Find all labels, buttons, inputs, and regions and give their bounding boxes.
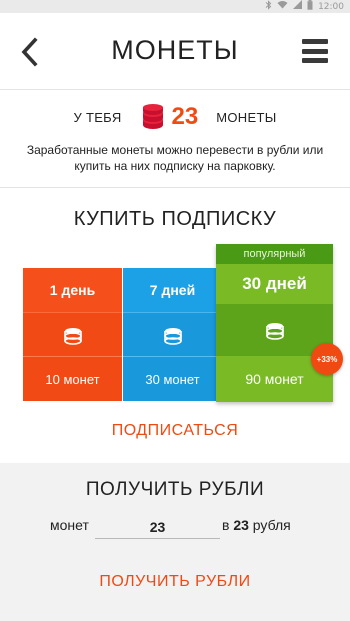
hamburger-menu-icon (302, 39, 328, 44)
plan-name: 7 дней (123, 268, 222, 312)
coin-stack-icon (142, 104, 163, 129)
get-rubles-button[interactable]: ПОЛУЧИТЬ РУБЛИ (0, 573, 350, 591)
balance-prefix: У ТЕБЯ (73, 109, 122, 125)
plan-card-7-days[interactable]: 7 дней 30 монет (123, 268, 222, 401)
get-rubles-title: ПОЛУЧИТЬ РУБЛИ (85, 479, 265, 500)
conversion-row: монет в 23 рубля (0, 515, 350, 541)
rubles-result: в 23 рубля (222, 517, 291, 533)
signal-icon (293, 0, 303, 13)
plan-name: 1 день (23, 268, 122, 312)
coins-label: монет (50, 517, 89, 533)
coin-stack-icon (63, 327, 82, 345)
bluetooth-icon (265, 0, 272, 14)
rubles-amount: 23 (233, 517, 249, 533)
plan-price: 30 монет (123, 356, 222, 401)
popular-badge: популярный (216, 244, 333, 264)
buy-subscription-title: КУПИТЬ ПОДПИСКУ (73, 208, 277, 230)
balance-description: Заработанные монеты можно перевести в ру… (26, 143, 324, 173)
plan-card-1-day[interactable]: 1 день 10 монет (23, 268, 122, 401)
status-time: 12:00 (318, 1, 344, 12)
buy-subscription-section: КУПИТЬ ПОДПИСКУ 1 день 10 монет 7 дней 3… (0, 188, 350, 463)
coin-count: 23 (171, 103, 199, 130)
subscribe-button[interactable]: ПОДПИСАТЬСЯ (0, 422, 350, 440)
status-bar: 12:00 (0, 0, 350, 13)
balance-row: У ТЕБЯ 23 МОНЕТЫ (0, 102, 350, 132)
app-header: МОНЕТЫ (0, 13, 350, 90)
app-screen: 12:00 МОНЕТЫ У ТЕБЯ 23 МОНЕТЫ Заработанн… (0, 0, 350, 621)
battery-icon (307, 0, 313, 14)
chevron-left-icon (21, 37, 38, 67)
menu-button[interactable] (302, 39, 328, 63)
wifi-icon (277, 0, 288, 13)
coin-balance-section: У ТЕБЯ 23 МОНЕТЫ Заработанные монеты мож… (0, 90, 350, 188)
page-title: МОНЕТЫ (111, 35, 239, 65)
plan-price: 10 монет (23, 356, 122, 401)
plan-name: 30 дней (216, 264, 333, 304)
coin-stack-icon (163, 327, 182, 345)
back-button[interactable] (15, 33, 43, 71)
coin-stack-icon (265, 323, 284, 340)
plan-card-30-days[interactable]: популярный 30 дней 90 монет (216, 244, 333, 402)
discount-badge: +33% (311, 343, 343, 375)
get-rubles-section: ПОЛУЧИТЬ РУБЛИ монет в 23 рубля ПОЛУЧИТЬ… (0, 463, 350, 621)
coins-amount-input[interactable] (95, 515, 220, 539)
balance-suffix: МОНЕТЫ (216, 109, 277, 125)
